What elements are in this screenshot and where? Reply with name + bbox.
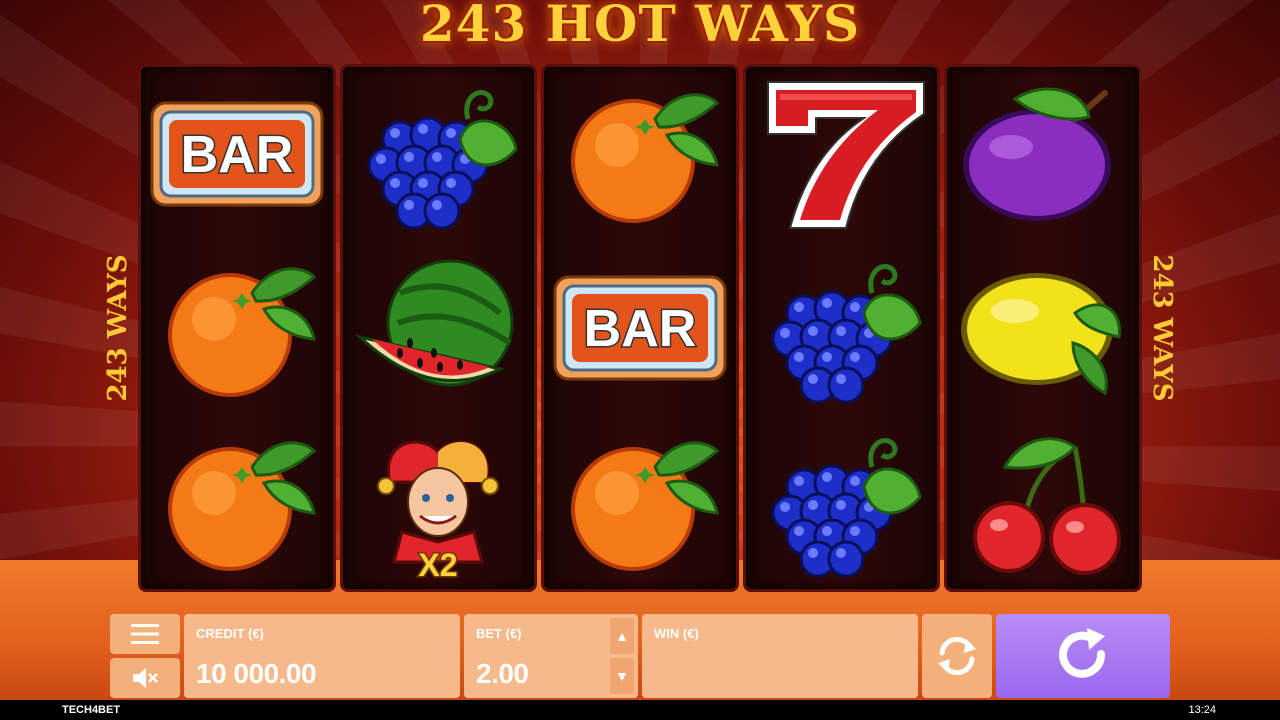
symbol-plum-icon [953, 68, 1133, 240]
clock: 13:24 [1188, 704, 1216, 716]
status-bar: TECH4BET 13:24 [0, 700, 1280, 720]
symbol-grapes-icon [348, 68, 528, 240]
reel-5 [944, 64, 1142, 592]
mute-button[interactable] [110, 658, 180, 698]
brand-label: TECH4BET [62, 704, 121, 716]
symbol-orange-icon [147, 416, 327, 588]
symbol-grapes-icon [752, 416, 932, 588]
symbol-cherry-icon [953, 416, 1133, 588]
ways-label-left: 243 WAYS [103, 254, 133, 402]
symbol-joker-icon: X2 [348, 416, 528, 588]
symbol-grapes-icon [752, 242, 932, 414]
autoplay-arrows-icon [938, 636, 976, 676]
credit-display: CREDIT (€) 10 000.00 [184, 614, 460, 698]
symbol-orange-icon [550, 416, 730, 588]
game-title: 243 HOT WAYS [419, 0, 861, 53]
win-display: WIN (€) [642, 614, 918, 698]
ways-label-right: 243 WAYS [1147, 254, 1177, 402]
reel-4 [742, 64, 941, 592]
bar-text: BAR [584, 300, 697, 358]
triangle-up-icon: ▲ [615, 628, 629, 644]
menu-button[interactable] [110, 614, 180, 654]
bet-display: BET (€) 2.00 ▲ ▼ [464, 614, 638, 698]
credit-label: CREDIT (€) [196, 626, 264, 641]
symbol-bar-icon: BAR [147, 68, 327, 240]
symbol-lemon-icon [953, 242, 1133, 414]
reel-2: X2 [339, 64, 538, 592]
win-label: WIN (€) [654, 626, 699, 641]
spin-icon [1059, 628, 1106, 678]
symbol-orange-icon [147, 242, 327, 414]
bet-label: BET (€) [476, 626, 522, 641]
hamburger-icon [131, 624, 159, 644]
joker-multiplier-text: X2 [419, 547, 458, 582]
reel-3: BAR [541, 64, 739, 592]
spin-button[interactable] [996, 614, 1170, 698]
reels-grid: BAR X2 BAR [138, 64, 1142, 592]
bet-increase-button[interactable]: ▲ [610, 618, 634, 654]
symbol-watermelon-icon [348, 242, 528, 414]
reel-1: BAR [138, 64, 336, 592]
credit-value: 10 000.00 [196, 658, 317, 689]
autoplay-button[interactable] [922, 614, 992, 698]
speaker-muted-icon [133, 668, 158, 688]
bet-value: 2.00 [476, 658, 529, 689]
symbol-orange-icon [550, 68, 730, 240]
triangle-down-icon: ▼ [615, 668, 629, 684]
bar-text: BAR [180, 126, 293, 184]
symbol-seven-icon [752, 68, 932, 240]
symbol-bar-icon: BAR [550, 242, 730, 414]
bet-decrease-button[interactable]: ▼ [610, 658, 634, 694]
